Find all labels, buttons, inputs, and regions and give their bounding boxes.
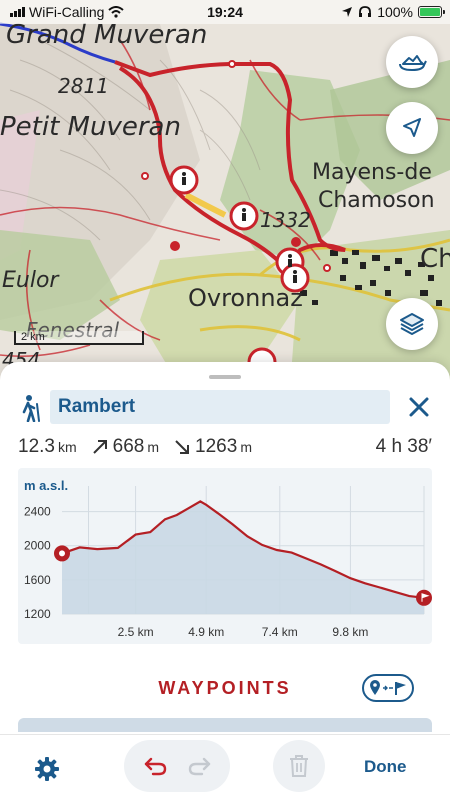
y-tick-label: 2000 [24,539,51,553]
descent-unit: m [240,439,252,455]
ascent-stat: 668 m [91,436,159,458]
pin-to-flag-icon [370,680,406,695]
location-arrow-icon [403,118,421,137]
elevation-point [205,503,208,506]
elevation-point [175,514,178,516]
arrow-up-right-icon [92,440,107,454]
elevation-point [393,591,396,593]
elevation-point [379,586,381,589]
redo-icon[interactable] [186,755,212,777]
elevation-point [320,563,322,566]
map-label-grand-muveran: Grand Muveran [6,20,208,50]
locate-button[interactable] [386,102,438,154]
duration-value: 4 h 38′ [375,436,432,457]
elevation-point [408,595,411,597]
close-icon[interactable] [406,394,432,420]
waypoints-toggle-button[interactable] [362,674,414,702]
x-tick-label: 4.9 km [188,625,224,639]
y-tick-label: 2400 [24,505,51,519]
rotate-3d-button[interactable] [386,36,438,88]
sheet-grabber[interactable] [209,375,241,379]
trash-icon [290,755,308,777]
battery-icon [418,6,445,18]
done-button[interactable]: Done [364,757,407,777]
elevation-point [199,500,202,503]
chart-y-axis-label: m a.s.l. [24,478,68,493]
distance-value: 12.3 [18,436,55,457]
elevation-profile-chart[interactable]: 2400 2000 1600 1200 m a.s.l. 2.5 km 4.9 km 7.4 … [18,468,432,644]
rotate-3d-icon [399,55,427,72]
scale-label: 2 km [21,331,45,343]
bottom-toolbar: Done [0,734,450,800]
route-bottom-sheet: Rambert 12.3 km 668 m 1263 m 4 h 38′ 240… [0,362,450,800]
elevation-profile-card[interactable]: 2400 2000 1600 1200 m a.s.l. 2.5 km 4.9 km 7.4 … [18,468,432,644]
map-label-elevation-2811: 2811 [58,74,109,98]
elevation-point [261,544,263,546]
descent-stat: 1263 m [173,436,252,458]
gear-icon[interactable] [33,755,61,783]
map-label-ovronnaz: Ovronnaz [188,284,303,312]
elevation-point [96,548,99,550]
layers-icon [400,313,424,335]
elevation-area [62,501,424,614]
elevation-point [246,535,249,538]
y-tick-label: 1200 [24,607,51,621]
ascent-unit: m [147,439,160,455]
elevation-point [334,570,337,573]
x-tick-label: 2.5 km [118,625,154,639]
undo-icon[interactable] [143,755,169,777]
elevation-point [78,546,81,549]
elevation-point [290,551,293,554]
route-name-input[interactable]: Rambert [50,390,390,424]
distance-unit: km [57,439,77,455]
elevation-point [231,523,234,526]
headphones-icon [359,6,372,17]
location-services-icon [342,7,353,17]
elevation-point [134,533,137,536]
waypoint-card-peek[interactable] [18,718,432,732]
layers-button[interactable] [386,298,438,350]
undo-redo-group [124,740,230,792]
delete-button[interactable] [273,740,325,792]
elevation-point [164,518,166,521]
elevation-point [276,549,278,551]
status-bar: WiFi-Calling 19:24 100% [0,0,450,24]
battery-percent: 100% [377,4,413,20]
elevation-point [349,577,352,579]
x-tick-label: 7.4 km [262,625,298,639]
elevation-point [305,557,308,560]
elevation-point [117,547,119,549]
start-pin-dot [59,550,65,557]
x-tick-label: 9.8 km [332,625,368,639]
route-header: Rambert [18,390,432,426]
elevation-point [217,512,219,515]
end-flag-icon [416,589,432,606]
descent-value: 1263 [195,436,238,457]
elevation-point [364,582,366,585]
elevation-point [187,507,190,509]
map-label-elevation-1332: 1332 [260,208,311,232]
map-label-chamoson: Chamoson [318,188,435,213]
map-label-mayens: Mayens-de [312,160,432,185]
arrow-down-right-icon [175,440,190,454]
elevation-point [149,531,152,533]
ascent-value: 668 [112,436,145,457]
map-label-ch: Ch [420,244,450,274]
hiker-icon [22,395,40,422]
map-view[interactable]: Grand Muveran 2811 Petit Muveran Mayens-… [0,0,450,390]
map-scale-bar: 2 km [14,331,144,345]
y-tick-label: 1600 [24,573,51,587]
map-label-eulor: Eulor [2,268,59,293]
duration-stat: 4 h 38′ [376,436,432,458]
distance-stat: 12.3 km [18,436,77,458]
map-label-petit-muveran: Petit Muveran [0,112,181,142]
route-stats: 12.3 km 668 m 1263 m 4 h 38′ [18,436,432,462]
